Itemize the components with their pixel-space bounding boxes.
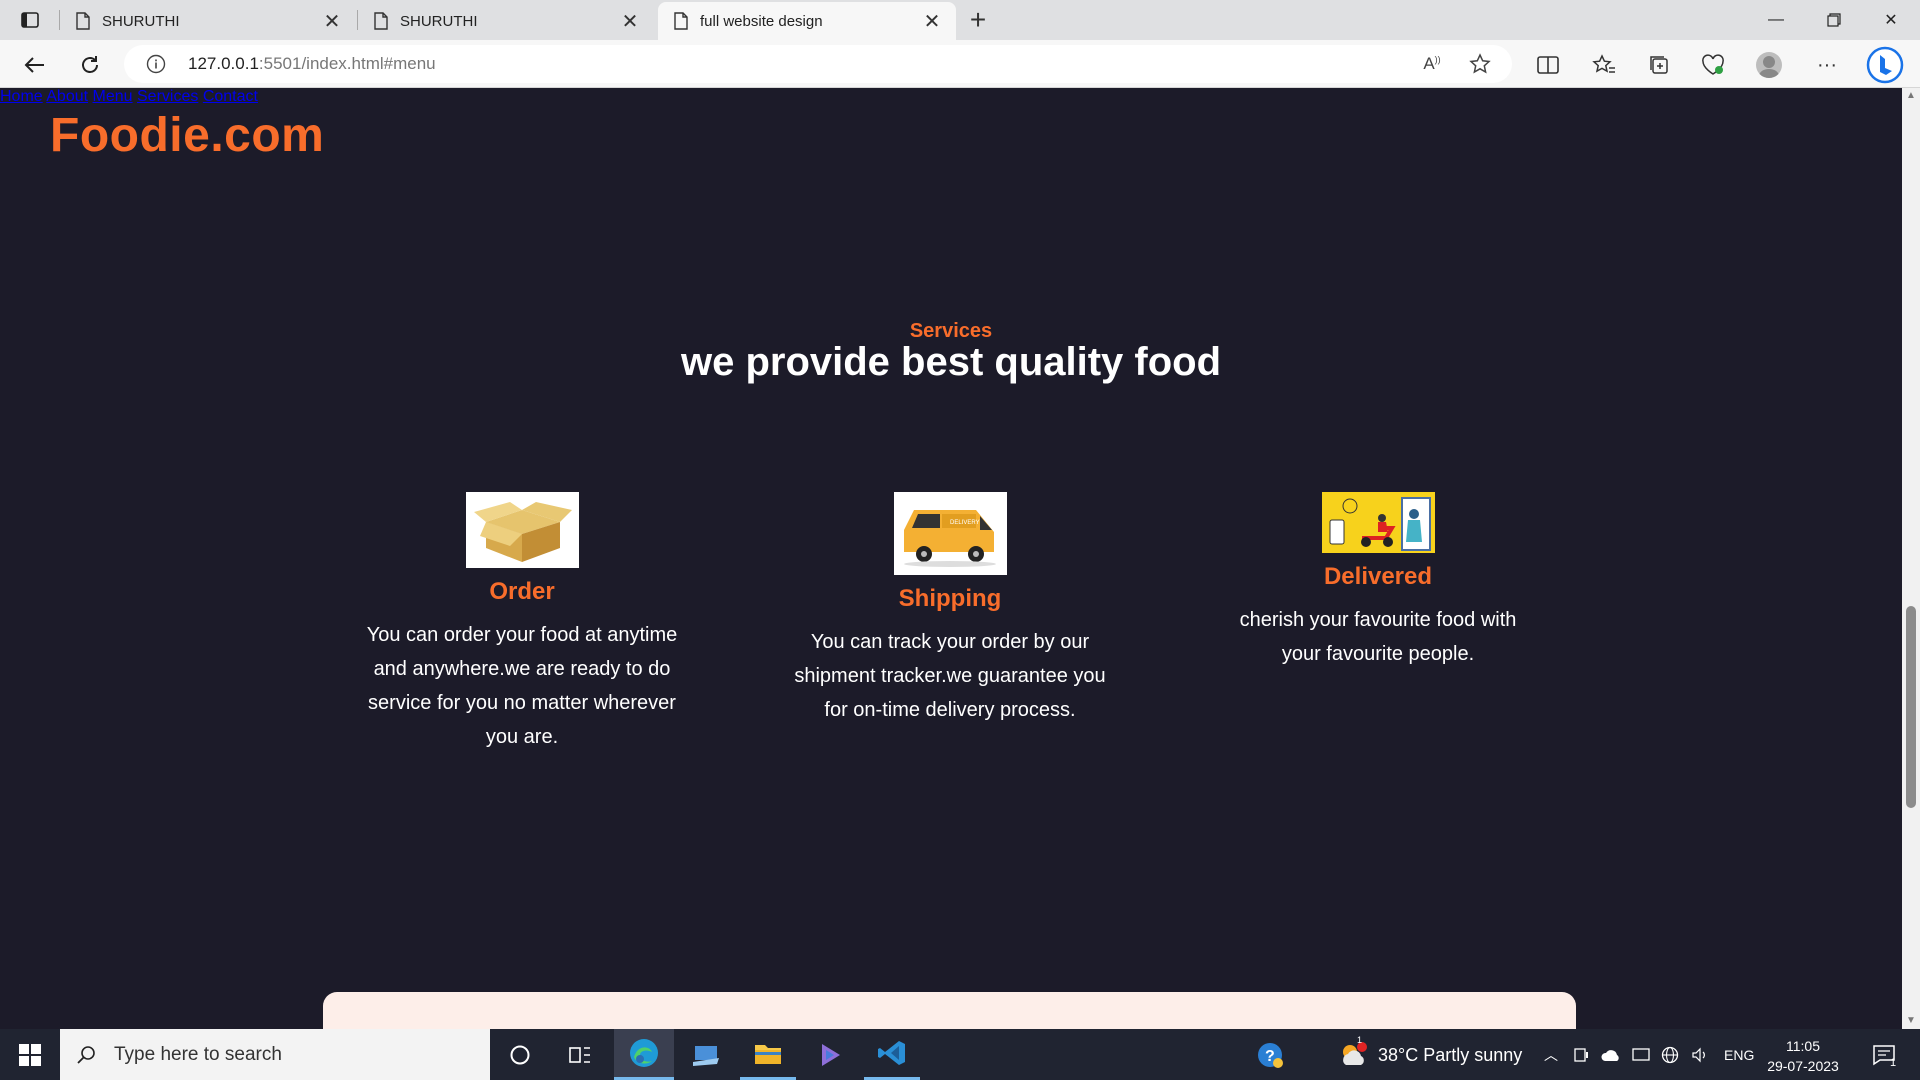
tab-title: SHURUTHI <box>400 12 478 30</box>
url-host: 127.0.0.1 <box>188 54 259 73</box>
device-icon[interactable] <box>1570 1029 1592 1080</box>
site-logo[interactable]: Foodie.com <box>50 108 324 163</box>
tab-actions-icon[interactable] <box>12 8 48 32</box>
back-arrow-icon[interactable] <box>18 49 50 81</box>
more-options-icon[interactable]: ··· <box>1811 49 1843 81</box>
card-title: Order <box>489 578 555 605</box>
service-card-delivered: Delivered cherish your favourite food wi… <box>1218 492 1538 671</box>
clock-date: 29-07-2023 <box>1767 1058 1839 1074</box>
box-icon <box>465 492 579 568</box>
edge-taskbar-icon[interactable] <box>614 1029 674 1080</box>
browser-tab-active[interactable]: full website design ✕ <box>658 2 956 40</box>
scrollbar-thumb[interactable] <box>1906 606 1916 808</box>
network-globe-icon[interactable] <box>1658 1029 1682 1080</box>
windows-start-icon[interactable] <box>0 1029 60 1080</box>
refresh-icon[interactable] <box>74 49 106 81</box>
taskbar-search-box[interactable]: Type here to search <box>60 1029 490 1080</box>
delivery-scooter-icon <box>1321 492 1435 553</box>
card-title: Shipping <box>898 585 1002 612</box>
section-title: we provide best quality food <box>680 340 1222 384</box>
nav-link-home[interactable]: Home <box>0 88 43 105</box>
site-nav: Home About Menu Services Contact <box>0 88 1902 106</box>
card-text: cherish your favourite food with your fa… <box>1239 609 1517 665</box>
next-section-box <box>323 992 1576 1029</box>
browser-tab-bar: SHURUTHI ✕ SHURUTHI ✕ full website desig… <box>0 0 1920 40</box>
split-screen-icon[interactable] <box>1532 49 1564 81</box>
notification-count: 1 <box>1890 1057 1897 1069</box>
close-tab-icon[interactable]: ✕ <box>322 9 342 34</box>
notification-icon[interactable]: 1 <box>1864 1029 1904 1080</box>
service-card-order: Order You can order your food at anytime… <box>362 492 682 754</box>
svg-text:DELIVERY: DELIVERY <box>950 520 980 526</box>
windows-taskbar: Type here to search ? 1 38°C Partly sunn… <box>0 1029 1920 1080</box>
nav-link-contact[interactable]: Contact <box>203 88 258 105</box>
help-icon[interactable]: ? <box>1250 1029 1290 1080</box>
service-card-shipping: DELIVERY Shipping You can track your ord… <box>790 492 1110 727</box>
url-bar[interactable]: 127.0.0.1:5501/index.html#menu A)) <box>124 45 1512 83</box>
url-path: :5501/index.html#menu <box>258 54 436 73</box>
bing-copilot-icon[interactable] <box>1866 46 1904 84</box>
tab-title: SHURUTHI <box>102 12 180 30</box>
weather-icon[interactable]: 1 <box>1336 1029 1370 1080</box>
browser-tab-2[interactable]: SHURUTHI ✕ <box>358 2 654 40</box>
search-icon <box>77 1045 95 1064</box>
avatar <box>1756 52 1782 78</box>
restore-icon[interactable] <box>1809 5 1859 35</box>
scroll-up-icon[interactable]: ▲ <box>1902 88 1920 104</box>
close-tab-icon[interactable]: ✕ <box>922 9 942 34</box>
clock[interactable]: 11:05 29-07-2023 <box>1752 1036 1854 1076</box>
card-text: You can order your food at anytime and a… <box>366 624 678 748</box>
volume-icon[interactable] <box>1688 1029 1712 1080</box>
weather-badge-count: 1 <box>1357 1035 1363 1045</box>
tab-title: full website design <box>700 12 823 30</box>
weather-text[interactable]: 38°C Partly sunny <box>1378 1045 1522 1066</box>
chevron-up-icon[interactable]: ︿ <box>1540 1029 1562 1080</box>
page-icon <box>674 12 688 30</box>
read-aloud-icon[interactable]: A)) <box>1416 48 1448 80</box>
page-icon <box>374 12 388 30</box>
close-tab-icon[interactable]: ✕ <box>620 9 640 34</box>
nav-link-services[interactable]: Services <box>137 88 198 105</box>
page-icon <box>76 12 90 30</box>
delivery-van-icon: DELIVERY <box>893 492 1007 575</box>
app-taskbar-icon[interactable] <box>680 1029 732 1080</box>
cortana-icon[interactable] <box>494 1029 546 1080</box>
file-explorer-icon[interactable] <box>740 1029 796 1080</box>
scroll-down-icon[interactable]: ▼ <box>1902 1013 1920 1029</box>
nav-link-menu[interactable]: Menu <box>93 88 133 105</box>
minimize-icon[interactable]: — <box>1751 5 1801 35</box>
vscode-icon[interactable] <box>864 1029 920 1080</box>
media-player-icon[interactable] <box>802 1029 858 1080</box>
task-view-icon[interactable] <box>554 1029 606 1080</box>
collections-icon[interactable] <box>1643 49 1675 81</box>
favorites-icon[interactable] <box>1588 49 1620 81</box>
card-title: Delivered <box>1323 563 1433 590</box>
browser-essentials-icon[interactable] <box>1697 49 1729 81</box>
onedrive-icon[interactable] <box>1598 1029 1624 1080</box>
language-indicator[interactable]: ENG <box>1724 1047 1754 1063</box>
info-icon[interactable] <box>146 54 166 74</box>
new-tab-icon[interactable]: + <box>963 5 993 35</box>
search-placeholder: Type here to search <box>114 1043 282 1065</box>
url-text[interactable]: 127.0.0.1:5501/index.html#menu <box>188 54 436 74</box>
clock-time: 11:05 <box>1786 1038 1820 1054</box>
display-icon[interactable] <box>1630 1029 1652 1080</box>
address-bar-row: 127.0.0.1:5501/index.html#menu A)) ··· <box>0 40 1920 88</box>
card-text: You can track your order by our shipment… <box>794 631 1106 721</box>
nav-link-about[interactable]: About <box>46 88 88 105</box>
page-scrollbar[interactable]: ▲ ▼ <box>1902 88 1920 1029</box>
browser-tab-1[interactable]: SHURUTHI ✕ <box>60 2 356 40</box>
profile-avatar[interactable] <box>1753 49 1785 81</box>
favorite-star-icon[interactable] <box>1464 48 1496 80</box>
webpage-viewport: Foodie.com Home About Menu Services Cont… <box>0 88 1902 1029</box>
close-window-icon[interactable]: ✕ <box>1866 5 1916 35</box>
